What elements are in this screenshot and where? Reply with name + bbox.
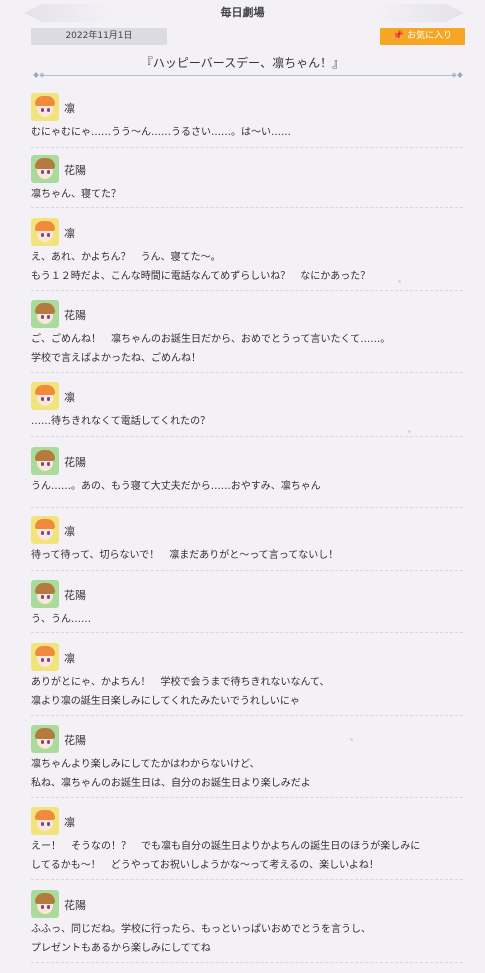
dialogue-line: ふふっ、同じだね。学校に行ったら、もっといっぱいおめでとうを言うし、 xyxy=(31,924,371,935)
dialogue-entry: 凛えー！ そうなの！？ でも凛も自分の誕生日よりかよちんの誕生日のほうが楽しみに… xyxy=(31,807,463,880)
rin-avatar-icon xyxy=(31,382,59,410)
dialogue-line: 私ね、凛ちゃんのお誕生日は、自分のお誕生日より楽しみだよ xyxy=(31,778,311,789)
speaker-name: 花陽 xyxy=(64,309,86,322)
hanayo-avatar-icon xyxy=(31,447,59,475)
dialogue-entry: 凛待って待って、切らないで！ 凛まだありがと～って言ってないし！ xyxy=(31,516,463,571)
dialogue-entry: 凛むにゃむにゃ……うう～ん……うるさい……。は～い…… xyxy=(31,93,463,148)
rin-avatar-icon xyxy=(31,516,59,544)
dialogue-entry: 凛 ……待ちきれなくて電話してくれたの？ xyxy=(31,382,463,437)
title-divider xyxy=(33,72,463,78)
pin-icon: 📌 xyxy=(392,31,405,41)
dialogue-line: もう１２時だよ、こんな時間に電話なんてめずらしいね？ なにかあった？ xyxy=(31,271,371,282)
dialogue-line: 学校で言えばよかったね、ごめんね！ xyxy=(31,353,201,364)
dialogue-line: ……待ちきれなくて電話してくれたの？ xyxy=(31,416,211,427)
rin-avatar-icon xyxy=(31,807,59,835)
dialogue-line: え、あれ、かよちん？ うん、寝てた～。 xyxy=(31,252,221,263)
speaker-name: 花陽 xyxy=(64,456,86,469)
hanayo-avatar-icon xyxy=(31,725,59,753)
dialogue-line: えー！ そうなの！？ でも凛も自分の誕生日よりかよちんの誕生日のほうが楽しみに xyxy=(31,841,421,852)
dialogue-line: プレゼントもあるから楽しみにしててね xyxy=(31,943,211,954)
rin-avatar-icon xyxy=(31,93,59,121)
speaker-name: 花陽 xyxy=(64,164,86,177)
dialogue-line: 凛ちゃん、寝てた？ xyxy=(31,189,121,200)
date-label: 2022年11月1日 xyxy=(31,28,167,45)
dialogue-line: 凛ちゃんより楽しみにしてたかはわからないけど、 xyxy=(31,759,260,770)
dialogue-entry: 花陽うん……。あの、もう寝て大丈夫だから……おやすみ、凛ちゃん xyxy=(31,447,463,508)
speaker-name: 花陽 xyxy=(64,589,86,602)
dialogue-entry: 花陽ふふっ、同じだね。学校に行ったら、もっといっぱいおめでとうを言うし、 プレゼン… xyxy=(31,890,463,963)
hanayo-avatar-icon xyxy=(31,890,59,918)
dialogue-entry: 花陽凛ちゃんより楽しみにしてたかはわからないけど、私ね、凛ちゃんのお誕生日は、自… xyxy=(31,725,463,798)
speaker-name: 凛 xyxy=(64,391,75,404)
rin-avatar-icon xyxy=(31,643,59,671)
dialogue-entry: 凛ありがとにゃ、かよちん！ 学校で会うまで待ちきれないなんて、 凛より凛の誕生日楽… xyxy=(31,643,463,716)
dialogue-line: うん……。あの、もう寝て大丈夫だから……おやすみ、凛ちゃん xyxy=(31,481,321,492)
dialogue-entry: 花陽ご、ごめんね！ 凛ちゃんのお誕生日だから、おめでとうって言いたくて……。 学校… xyxy=(31,300,463,373)
speaker-name: 花陽 xyxy=(64,899,86,912)
speaker-name: 花陽 xyxy=(64,734,86,747)
hanayo-avatar-icon xyxy=(31,155,59,183)
dialogue-line: ありがとにゃ、かよちん！ 学校で会うまで待ちきれないなんて、 xyxy=(31,677,330,688)
dialogue-line: う、うん…… xyxy=(31,614,91,625)
speaker-name: 凛 xyxy=(64,652,75,665)
hanayo-avatar-icon xyxy=(31,300,59,328)
rin-avatar-icon xyxy=(31,218,59,246)
speaker-name: 凛 xyxy=(64,102,75,115)
episode-title: 『ハッピーバースデー、凛ちゃん！』 xyxy=(140,56,345,70)
hanayo-avatar-icon xyxy=(31,580,59,608)
speaker-name: 凛 xyxy=(64,816,75,829)
dialogue-line: してるかも～！ どうやってお祝いしようかな～って考えるの、楽しいよね！ xyxy=(31,860,379,871)
favorite-button-label: お気に入り xyxy=(407,31,453,41)
page-title: 毎日劇場 xyxy=(220,6,265,19)
dialogue-line: 待って待って、切らないで！ 凛まだありがと～って言ってないし！ xyxy=(31,550,339,561)
dialogue-entry: 花陽う、うん…… xyxy=(31,580,463,633)
speaker-name: 凛 xyxy=(64,525,75,538)
dialogue-line: ご、ごめんね！ 凛ちゃんのお誕生日だから、おめでとうって言いたくて……。 xyxy=(31,334,391,345)
dialogue-entry: 花陽凛ちゃん、寝てた？ xyxy=(31,155,463,208)
favorite-button[interactable]: 📌 お気に入り xyxy=(380,28,465,45)
dialogue-entry: 凛え、あれ、かよちん？ うん、寝てた～。もう１２時だよ、こんな時間に電話なんてめ… xyxy=(31,218,463,291)
dialogue-line: むにゃむにゃ……うう～ん……うるさい……。は～い…… xyxy=(31,127,291,138)
speaker-name: 凛 xyxy=(64,227,75,240)
dialogue-line: 凛より凛の誕生日楽しみにしてくれたみたいでうれしいにゃ xyxy=(31,696,300,707)
